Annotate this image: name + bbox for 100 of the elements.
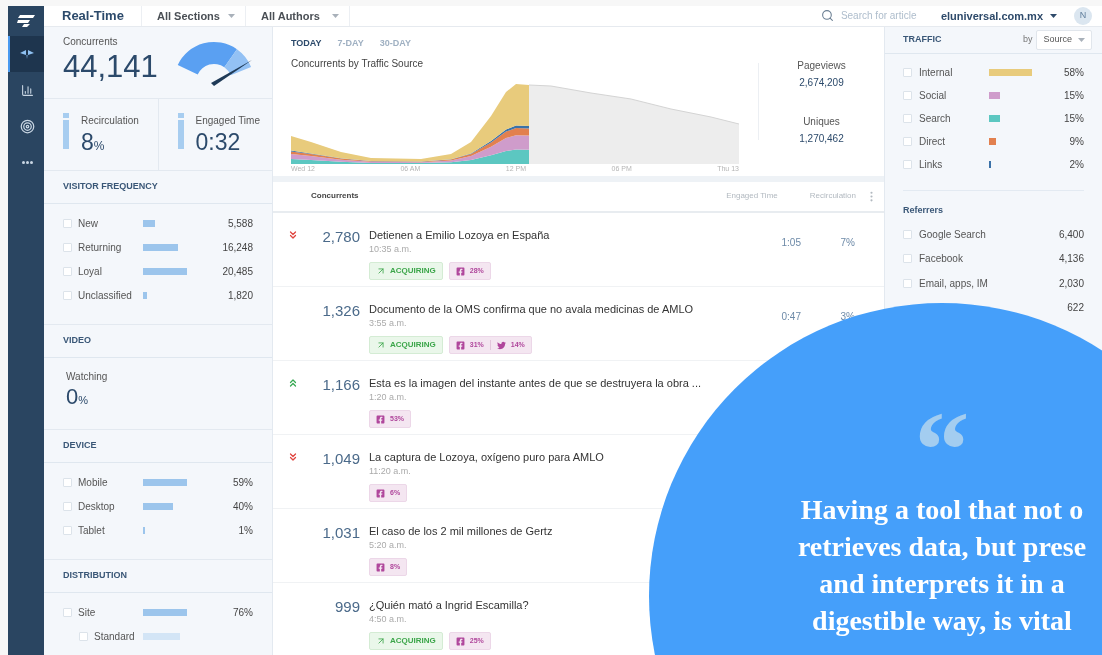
checkbox[interactable] (63, 478, 72, 487)
concurrents-value: 999 (333, 596, 360, 617)
checkbox[interactable] (903, 159, 912, 169)
metric-value: 8% (81, 127, 106, 157)
metric-label: Recirculation (81, 113, 139, 128)
quote-line: digestible way, is vital (812, 604, 1072, 638)
row-value: 58% (1063, 65, 1084, 80)
row-value: 5,588 (226, 217, 253, 231)
article-title[interactable]: La captura de Lozoya, oxígeno puro para AMLO (369, 447, 604, 465)
engaged-time: 1:05 (781, 236, 801, 248)
arrow-icon (376, 636, 386, 646)
caret-icon (332, 13, 339, 18)
article-time: 3:55 a.m. (369, 316, 407, 330)
section-title: VIDEO (63, 333, 91, 347)
checkbox[interactable] (63, 502, 72, 511)
filter-dropdown[interactable]: All Sections (142, 6, 246, 26)
column-header: Concurrents (310, 190, 359, 202)
bar (143, 220, 155, 227)
checkbox[interactable] (903, 113, 912, 123)
checkbox[interactable] (903, 90, 912, 100)
section-title: VISITOR FREQUENCY (63, 179, 158, 193)
status-badge: ACQUIRING (369, 262, 443, 280)
status-badge: ACQUIRING (369, 336, 443, 354)
filter-dropdown[interactable]: All Authors (246, 6, 350, 26)
engaged-time: 0:47 (781, 310, 801, 322)
caret-icon (1050, 13, 1057, 18)
facebook-icon (455, 266, 465, 276)
stat-value: 44,141 (63, 48, 158, 85)
arrow-icon (376, 340, 386, 350)
bar (143, 609, 187, 616)
meter-icon (177, 112, 184, 149)
stat-value: 1,270,462 (799, 131, 844, 146)
quote-line: and interprets it in a (819, 567, 1065, 601)
referrer-label: Google Search (919, 227, 986, 242)
row-value: 9% (1068, 134, 1084, 149)
stat-label: Watching (66, 369, 109, 384)
checkbox[interactable] (903, 229, 912, 239)
row-label: Loyal (78, 265, 103, 279)
quote-line: retrieves data, but prese (797, 530, 1087, 564)
column-header: Recirculation (809, 190, 856, 202)
row-value: 1% (237, 524, 253, 538)
article-title[interactable]: Esta es la imagen del instante antes de que se destruyera la obra ... (369, 373, 702, 391)
range-tab[interactable]: TODAY (291, 36, 322, 50)
target-icon (19, 118, 35, 134)
facebook-icon (455, 636, 465, 646)
page-title: Real-Time (62, 7, 124, 25)
article-title[interactable]: El caso de los 2 mil millones de Gertz (369, 521, 553, 539)
checkbox[interactable] (63, 291, 72, 300)
article-title[interactable]: ¿Quién mató a Ingrid Escamilla? (369, 595, 529, 613)
avatar[interactable]: N (1074, 6, 1092, 25)
concurrents-value: 1,049 (321, 448, 360, 469)
row-label: Site (78, 606, 97, 620)
article-time: 11:20 a.m. (369, 464, 411, 478)
facebook-icon (455, 340, 465, 350)
quote-mark: “ (914, 395, 970, 465)
arrow-icon (376, 266, 386, 276)
nav-item[interactable] (8, 36, 44, 72)
site-dropdown[interactable]: eluniversal.com.mx (940, 7, 1057, 24)
checkbox[interactable] (63, 219, 72, 228)
article-time: 5:20 a.m. (369, 538, 407, 552)
facebook-icon (376, 562, 385, 572)
row-value: 20,485 (221, 265, 253, 279)
checkbox[interactable] (63, 526, 72, 535)
checkbox[interactable] (63, 243, 72, 252)
row-value: 6,400 (1057, 227, 1084, 242)
facebook-icon (376, 414, 385, 424)
stat-label: Pageviews (797, 58, 846, 73)
row-value: 4,136 (1057, 252, 1084, 267)
row-label: Unclassified (78, 289, 133, 303)
bird-icon (496, 340, 506, 350)
section-title: TRAFFIC (903, 32, 942, 46)
row-label: Tablet (78, 524, 106, 538)
row-value: 76% (232, 606, 253, 620)
more-icon (21, 160, 33, 164)
meter-icon (63, 112, 69, 149)
concurrents-value: 1,326 (321, 300, 360, 321)
checkbox[interactable] (903, 254, 912, 264)
source-dropdown[interactable]: Source (1036, 29, 1092, 50)
search-field[interactable]: Search for article (820, 8, 929, 24)
article-title[interactable]: Documento de la OMS confirma que no avala medicinas de AMLO (369, 299, 694, 317)
checkbox[interactable] (903, 67, 912, 77)
caret-icon (228, 13, 235, 18)
stat-value: 0% (66, 383, 90, 411)
article-title[interactable]: Detienen a Emilio Lozoya en España (369, 225, 550, 243)
checkbox[interactable] (63, 608, 72, 617)
row-value: 15% (1063, 111, 1084, 126)
metric-value: 0:32 (195, 127, 242, 156)
concurrents-value: 2,780 (321, 226, 360, 247)
column-header: Engaged Time (726, 190, 778, 202)
concurrents-value: 1,166 (321, 374, 360, 395)
checkbox[interactable] (79, 632, 88, 641)
row-label: Social (919, 88, 948, 103)
section-title: Referrers (903, 203, 945, 217)
bar (143, 292, 147, 299)
row-label: Links (919, 157, 944, 172)
checkbox[interactable] (903, 136, 912, 146)
logo-icon (17, 15, 35, 27)
row-label: Standard (94, 630, 136, 644)
checkbox[interactable] (63, 267, 72, 276)
checkbox[interactable] (903, 278, 912, 288)
